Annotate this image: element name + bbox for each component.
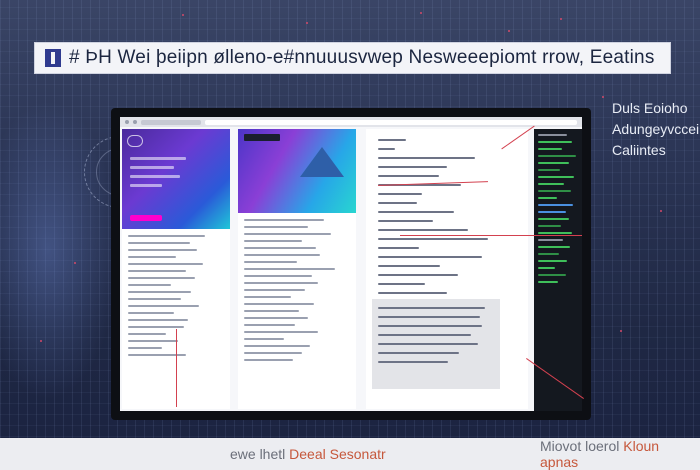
title-bar: # ÞH Wei þeiipn ølleno-e#nnuuusvwep Nesw… — [34, 42, 671, 74]
footer: ewe lhetl Deeal Sesonatr Miovot loerol K… — [0, 438, 700, 470]
hero-text-block — [130, 157, 210, 193]
footer-left-accent: Deeal Sesonatr — [289, 446, 386, 462]
page-panel-right — [366, 129, 528, 409]
middle-hero-banner — [238, 129, 356, 213]
annotation-line — [400, 235, 582, 236]
page-panel-middle — [238, 129, 356, 409]
footer-left-text: ewe lhetl Deeal Sesonatr — [230, 446, 386, 462]
side-caption: Duls Eoioho Adungeyvccei Caliintes — [612, 98, 700, 161]
hero-badge — [127, 135, 143, 147]
hero-button[interactable] — [130, 215, 162, 221]
hero-banner — [122, 129, 230, 229]
page-title: # ÞH Wei þeiipn ølleno-e#nnuuusvwep Nesw… — [69, 47, 655, 68]
side-caption-line-2: Adungeyvccei — [612, 121, 700, 137]
graduation-cap-icon — [300, 147, 344, 177]
quote-text-block — [372, 299, 500, 378]
side-caption-line-1: Duls Eoioho — [612, 100, 688, 116]
middle-hero-badge — [244, 134, 280, 141]
window-control-icon[interactable] — [133, 120, 137, 124]
logo-icon — [45, 49, 61, 67]
document-text-block — [366, 129, 528, 311]
side-caption-line-3: Caliintes — [612, 142, 666, 158]
monitor — [111, 108, 591, 420]
footer-right-text: Miovot loerol Kloun apnas — [540, 438, 700, 470]
footer-right-label: Miovot loerol — [540, 438, 620, 454]
browser-toolbar — [120, 117, 582, 127]
browser-tab[interactable] — [141, 119, 201, 125]
quote-block — [372, 299, 500, 389]
middle-text-block — [238, 213, 356, 372]
address-bar[interactable] — [205, 119, 577, 125]
footer-left-label: ewe lhetl — [230, 446, 286, 462]
screen — [120, 117, 582, 411]
annotation-line — [176, 329, 177, 407]
window-control-icon[interactable] — [125, 120, 129, 124]
